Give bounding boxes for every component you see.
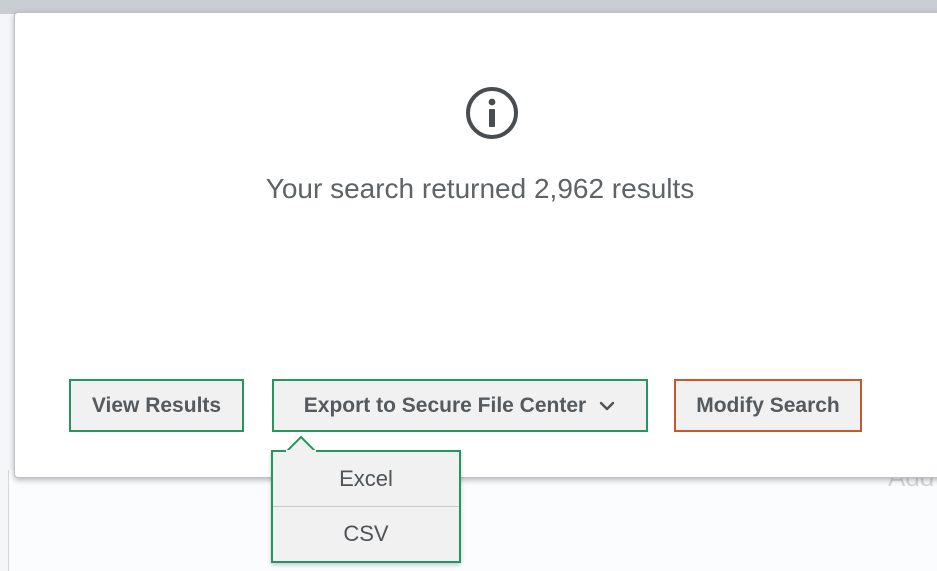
export-dropdown-menu: Excel CSV xyxy=(271,450,461,563)
results-modal: Your search returned 2,962 results View … xyxy=(14,12,937,478)
view-results-label: View Results xyxy=(91,393,222,417)
export-to-secure-file-center-button[interactable]: Export to Secure File Center xyxy=(272,379,648,432)
export-label: Export to Secure File Center xyxy=(303,393,587,417)
background-panel xyxy=(8,470,937,571)
page: Add Your search returned 2,962 results V… xyxy=(0,0,937,571)
results-message: Your search returned 2,962 results xyxy=(265,173,695,204)
view-results-button[interactable]: View Results xyxy=(69,379,244,432)
info-circle-icon xyxy=(466,87,518,139)
export-option-excel[interactable]: Excel xyxy=(273,452,459,506)
chevron-down-icon xyxy=(600,401,615,410)
export-option-csv[interactable]: CSV xyxy=(273,506,459,561)
modify-search-button[interactable]: Modify Search xyxy=(674,379,862,432)
modify-search-label: Modify Search xyxy=(696,393,840,417)
